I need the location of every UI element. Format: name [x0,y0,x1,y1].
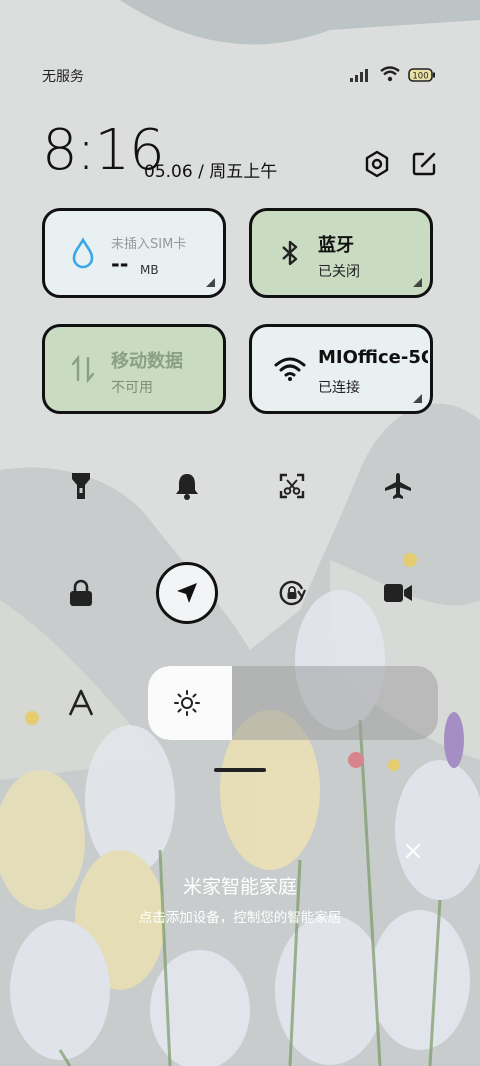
settings-icon [365,150,389,178]
data-usage-value: -- [111,252,129,276]
mobile-data-title: 移动数据 [111,351,183,372]
edit-icon [412,152,436,176]
wifi-status: 已连接 [318,380,360,396]
water-drop-icon [67,237,99,269]
battery-level: 100 [412,71,428,81]
brightness-icon [174,690,200,720]
expand-corner-icon [413,278,422,287]
screenshot-toggle[interactable] [268,462,316,510]
close-smart-home-button[interactable] [402,840,424,862]
screen-recorder-toggle[interactable] [374,569,422,617]
tile-bluetooth[interactable]: 蓝牙 已关闭 [249,208,433,298]
location-icon [177,583,197,603]
airplane-icon [385,473,411,499]
lock-icon [70,579,92,606]
font-size-icon [68,689,94,716]
settings-button[interactable] [363,150,391,178]
expand-corner-icon [413,394,422,403]
location-toggle[interactable] [156,562,218,624]
ring-toggle[interactable] [163,462,211,510]
smart-home-title[interactable]: 米家智能家庭 [0,872,480,899]
clock-date: 05.06 / 周五上午 [144,162,278,182]
rotation-lock-toggle[interactable] [268,569,316,617]
mobile-data-icon [67,353,99,385]
airplane-mode-toggle[interactable] [374,462,422,510]
wifi-network-name: MIOffice-5G [318,347,428,368]
status-bar: 无服务 100 [0,62,480,90]
font-size-button[interactable] [57,679,105,727]
video-camera-icon [384,584,412,602]
bell-icon [176,474,198,500]
tile-wifi[interactable]: MIOffice-5G 已连接 [249,324,433,414]
edit-button[interactable] [410,150,438,178]
wifi-icon [274,353,306,385]
bluetooth-title: 蓝牙 [318,235,354,256]
lock-screen-toggle[interactable] [57,569,105,617]
signal-icon [350,67,372,86]
data-usage-unit: MB [140,263,159,277]
brightness-slider[interactable] [148,666,438,740]
flashlight-icon [72,473,90,499]
expand-corner-icon [206,278,215,287]
battery-icon: 100 [408,67,436,86]
data-usage-title: 未插入SIM卡 [111,237,187,252]
carrier-label: 无服务 [42,69,84,85]
screenshot-icon [279,473,305,499]
tile-mobile-data[interactable]: 移动数据 不可用 [42,324,226,414]
rotation-lock-icon [279,580,307,606]
flashlight-toggle[interactable] [57,462,105,510]
close-icon [406,844,420,858]
wifi-status-icon [380,66,400,86]
drag-handle[interactable] [214,768,266,772]
mobile-data-status: 不可用 [111,380,153,396]
bluetooth-icon [274,237,306,269]
smart-home-subtitle[interactable]: 点击添加设备，控制您的智能家居 [0,906,480,926]
tile-data-usage[interactable]: 未插入SIM卡 -- MB [42,208,226,298]
bluetooth-status: 已关闭 [318,264,360,280]
